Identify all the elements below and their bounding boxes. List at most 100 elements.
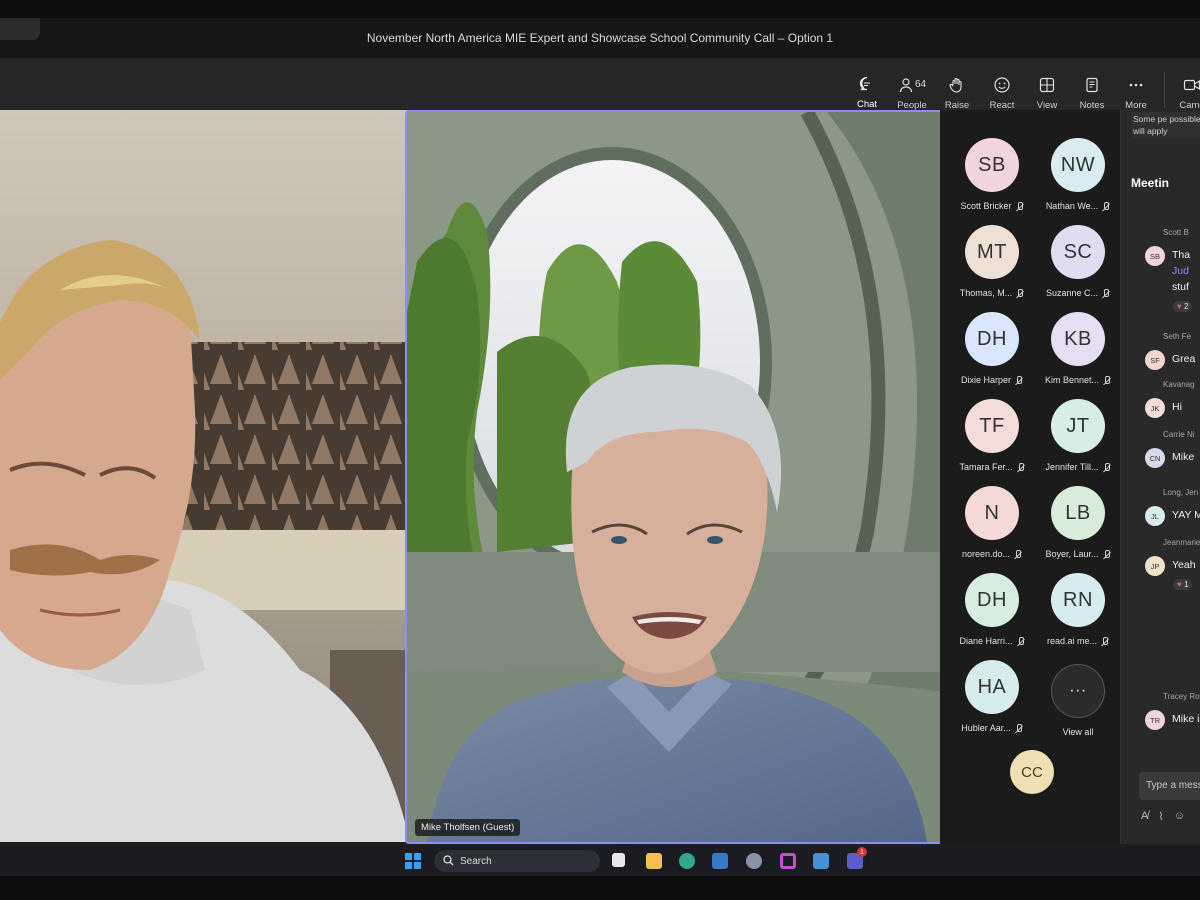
message-sender: Tracey Rowl [1163,692,1200,701]
active-speaker-video-tile[interactable]: Mike Tholfsen (Guest) [405,110,947,844]
windows-start-icon[interactable] [405,853,421,869]
more-icon [1127,72,1145,98]
participant-name: Nathan We... [1045,201,1099,211]
participant-tile[interactable]: DH Diane Harri... [948,573,1036,659]
participant-name: Dixie Harper [960,375,1011,385]
participant-avatar: MT [965,225,1019,279]
sender-avatar: JK [1145,398,1165,418]
message-text: Hi [1172,401,1182,413]
meeting-chat-panel: Some pe possible t will apply Meetin Sco… [1120,110,1200,844]
view-all-button[interactable]: ··· View all [1034,664,1122,750]
participant-name-row: Nathan We... [1046,201,1110,211]
chat-compose-input[interactable]: Type a mess [1139,772,1200,800]
participant-tile[interactable]: JT Jennifer Till... [1034,399,1122,485]
participant-name: noreen.do... [961,549,1011,559]
muted-mic-icon [1015,201,1024,211]
participant-name: Suzanne C... [1045,288,1099,298]
participant-avatar: DH [965,312,1019,366]
emoji-icon[interactable]: ☺ [1174,810,1185,823]
muted-mic-icon [1013,549,1022,559]
attach-icon[interactable]: ⌇ [1158,810,1163,823]
taskbar-search[interactable]: Search [434,850,600,872]
teams-icon[interactable]: 1 [847,847,867,869]
participant-tile[interactable]: Nnoreen.do... [948,486,1036,572]
heart-reaction[interactable]: ♥ 1 [1173,579,1193,590]
settings-gear-icon[interactable] [746,853,762,869]
participant-name: Tamara Fer... [959,462,1013,472]
heart-reaction[interactable]: ♥ 2 [1173,301,1193,312]
participant-name: Scott Bricker [960,201,1012,211]
edge-browser-icon[interactable] [679,853,695,869]
participant-gallery: SB Scott Bricker NW Nathan We... MT Thomas, M… [940,110,1120,844]
people-icon: 64 [898,72,926,98]
participant-name: Jennifer Till... [1045,462,1099,472]
participant-name-row: Kim Bennet... [1045,375,1111,385]
teams-notification-badge: 1 [857,847,867,857]
muted-mic-icon [1100,636,1109,646]
store-icon[interactable] [712,853,728,869]
self-avatar[interactable]: CC [1010,750,1054,794]
clipchamp-icon[interactable] [780,853,796,869]
reaction-count: 2 [1183,302,1189,311]
participant-tile[interactable]: NW Nathan We... [1034,138,1122,224]
participant-name-row: read.ai me... [1047,636,1109,646]
heart-icon: ♥ [1177,302,1184,311]
window-corner [0,18,40,40]
format-icon[interactable]: A̸ [1141,810,1148,823]
grid-view-icon [1038,72,1056,98]
message-sender: Jeanmarie [1163,538,1200,547]
participant-name-row: Diane Harri... [959,636,1024,646]
message-text-line: stuf [1172,281,1189,293]
participant-name-row: Hubler Aar... [961,723,1023,733]
participant-tile[interactable]: SB Scott Bricker [948,138,1036,224]
compose-toolbar: A̸ ⌇ ☺ [1141,810,1185,823]
window-title: November North America MIE Expert and Sh… [366,31,834,45]
participant-avatar: JT [1051,399,1105,453]
message-text: Yeah [1172,559,1196,571]
view-all-label: View all [1062,727,1094,737]
sender-avatar: SF [1145,350,1165,370]
participant-tile[interactable]: DH Dixie Harper [948,312,1036,398]
participant-video-tile[interactable] [0,110,416,842]
file-explorer-icon[interactable] [646,853,662,869]
participant-avatar: SC [1051,225,1105,279]
sender-avatar: CN [1145,448,1165,468]
notes-icon [1083,72,1101,98]
more-label: More [1125,99,1147,111]
hand-icon [948,72,966,98]
participant-tile[interactable]: HA Hubler Aar... [948,660,1036,746]
window-titlebar: November North America MIE Expert and Sh… [0,18,1200,58]
participant-tile[interactable]: TF Tamara Fer... [948,399,1036,485]
participant-tile[interactable]: LB Boyer, Laur... [1034,486,1122,572]
task-view-icon[interactable] [612,853,625,867]
people-count: 64 [914,79,927,90]
heart-icon: ♥ [1177,580,1184,589]
sender-avatar: JL [1145,506,1165,526]
participant-tile[interactable]: MT Thomas, M... [948,225,1036,311]
participant-tile[interactable]: RN read.ai me... [1034,573,1122,659]
message-text: Tha [1172,249,1191,261]
message-sender: Scott B [1163,228,1189,237]
message-sender: Seth Fe [1163,332,1192,341]
search-label: Search [460,855,492,867]
camera-label: Came [1179,99,1200,111]
message-sender: Kavanag [1163,380,1195,389]
reaction-count: 1 [1183,580,1189,589]
muted-mic-icon [1014,375,1023,385]
sender-avatar: JP [1145,556,1165,576]
participant-avatar: DH [965,573,1019,627]
participant-tile[interactable]: SC Suzanne C... [1034,225,1122,311]
toolbar-divider [1164,72,1165,108]
muted-mic-icon [1015,288,1024,298]
participant-video-feed [0,110,416,842]
participant-name: Hubler Aar... [961,723,1011,733]
muted-mic-icon [1102,375,1111,385]
participant-tile[interactable]: KB Kim Bennet... [1034,312,1122,398]
participant-name-row: noreen.do... [962,549,1022,559]
remote-desktop-icon[interactable] [813,853,829,869]
participant-name: read.ai me... [1046,636,1098,646]
search-icon [443,855,454,869]
windows-taskbar: Search 1 [0,846,1200,876]
muted-mic-icon [1102,462,1111,472]
muted-mic-icon [1014,723,1023,733]
